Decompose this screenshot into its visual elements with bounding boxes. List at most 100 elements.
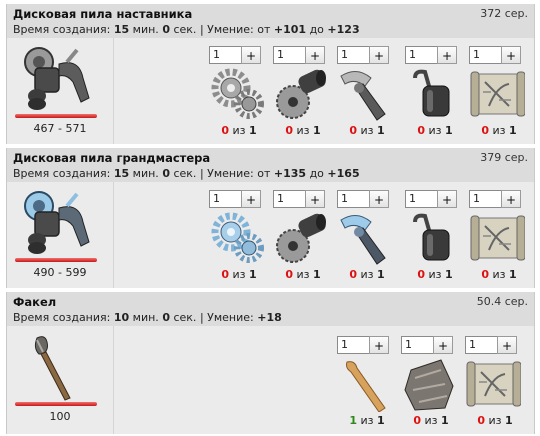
quantity-stepper: 1 + <box>405 46 457 64</box>
ingredient-count: 0 из 1 <box>221 268 257 281</box>
plus-button[interactable]: + <box>241 46 261 64</box>
plus-button[interactable]: + <box>305 46 325 64</box>
ingredient-slot: 1 + 0 из 1 <box>273 190 335 290</box>
ingredient-count: 0 из 1 <box>417 268 453 281</box>
ingredient-slot: 1 + 0 из 1 <box>337 46 399 146</box>
quantity-input[interactable]: 1 <box>273 190 306 208</box>
saw-blade-roller-icon[interactable] <box>273 66 329 122</box>
ingredient-slot: 1 + 0 из 1 <box>405 190 467 290</box>
ingredient-count: 0 из 1 <box>481 124 517 137</box>
quantity-stepper: 1 + <box>405 190 457 208</box>
handle-icon[interactable] <box>337 66 393 122</box>
scroll-icon[interactable] <box>469 210 526 266</box>
quantity-input[interactable]: 1 <box>405 190 438 208</box>
durability-bar <box>15 402 97 406</box>
torch-icon[interactable] <box>15 332 107 404</box>
ingredient-count: 0 из 1 <box>285 124 321 137</box>
recipe-subtitle: Время создания: 15 мин. 0 сек. | Умение:… <box>13 23 360 36</box>
quantity-input[interactable]: 1 <box>469 190 502 208</box>
plus-button[interactable]: + <box>501 46 521 64</box>
durability-range: 490 - 599 <box>33 266 87 279</box>
ingredient-count: 0 из 1 <box>417 124 453 137</box>
divider <box>113 326 114 434</box>
ingredient-count: 0 из 1 <box>349 268 385 281</box>
recipe-price: 379 сер. <box>480 151 528 164</box>
recipe-price: 372 сер. <box>480 7 528 20</box>
quantity-stepper: 1 + <box>469 46 521 64</box>
quantity-input[interactable]: 1 <box>209 46 242 64</box>
quantity-input[interactable]: 1 <box>405 46 438 64</box>
plus-button[interactable]: + <box>497 336 517 354</box>
recipe-subtitle: Время создания: 15 мин. 0 сек. | Умение:… <box>13 167 360 180</box>
plus-button[interactable]: + <box>437 46 457 64</box>
quantity-input[interactable]: 1 <box>337 190 370 208</box>
ingredient-count: 0 из 1 <box>285 268 321 281</box>
cloth-rag-icon[interactable] <box>401 356 457 412</box>
saw-blade-roller-icon[interactable] <box>273 210 329 266</box>
gears-icon[interactable] <box>209 66 265 122</box>
recipe-price: 50.4 сер. <box>476 295 528 308</box>
gears-blue-icon[interactable] <box>209 210 265 266</box>
plus-button[interactable]: + <box>369 190 389 208</box>
plus-button[interactable]: + <box>433 336 453 354</box>
handle-blue-icon[interactable] <box>337 210 393 266</box>
durability-bar <box>15 114 97 118</box>
quantity-input[interactable]: 1 <box>465 336 498 354</box>
quantity-stepper: 1 + <box>273 46 325 64</box>
recipe-subtitle: Время создания: 10 мин. 0 сек. | Умение:… <box>13 311 282 324</box>
recipe-card: Факел 50.4 сер. Время создания: 10 мин. … <box>6 292 535 434</box>
quantity-stepper: 1 + <box>337 336 389 354</box>
plus-button[interactable]: + <box>369 336 389 354</box>
quantity-input[interactable]: 1 <box>401 336 434 354</box>
circular-saw-blue-icon[interactable] <box>15 188 107 260</box>
ingredient-count: 0 из 1 <box>221 124 257 137</box>
plus-button[interactable]: + <box>369 46 389 64</box>
ingredient-count: 0 из 1 <box>349 124 385 137</box>
durability-bar <box>15 258 97 262</box>
quantity-stepper: 1 + <box>273 190 325 208</box>
quantity-stepper: 1 + <box>209 46 261 64</box>
weight-icon[interactable] <box>405 210 461 266</box>
durability-range: 467 - 571 <box>33 122 87 135</box>
durability-range: 100 <box>49 410 71 423</box>
ingredient-slot: 1 + 0 из 1 <box>465 336 527 436</box>
ingredient-slot: 1 + 0 из 1 <box>209 190 271 290</box>
quantity-stepper: 1 + <box>337 190 389 208</box>
quantity-stepper: 1 + <box>465 336 517 354</box>
ingredient-count: 0 из 1 <box>413 414 449 427</box>
quantity-input[interactable]: 1 <box>337 336 370 354</box>
recipe-title: Дисковая пила наставника <box>13 7 193 21</box>
quantity-input[interactable]: 1 <box>273 46 306 64</box>
plus-button[interactable]: + <box>241 190 261 208</box>
ingredient-count: 0 из 1 <box>481 268 517 281</box>
ingredient-count: 0 из 1 <box>477 414 513 427</box>
quantity-input[interactable]: 1 <box>469 46 502 64</box>
weight-icon[interactable] <box>405 66 461 122</box>
quantity-stepper: 1 + <box>401 336 453 354</box>
ingredient-slot: 1 + 0 из 1 <box>273 46 335 146</box>
ingredient-slot: 1 + 0 из 1 <box>337 190 399 290</box>
recipe-card: Дисковая пила наставника 372 сер. Время … <box>6 4 535 144</box>
circular-saw-icon[interactable] <box>15 44 107 116</box>
ingredient-slot: 1 + 1 из 1 <box>337 336 399 436</box>
quantity-stepper: 1 + <box>469 190 521 208</box>
scroll-icon[interactable] <box>465 356 522 412</box>
recipe-title: Факел <box>13 295 57 309</box>
ingredient-slot: 1 + 0 из 1 <box>469 190 531 290</box>
divider <box>113 38 114 144</box>
plus-button[interactable]: + <box>305 190 325 208</box>
quantity-input[interactable]: 1 <box>337 46 370 64</box>
quantity-input[interactable]: 1 <box>209 190 242 208</box>
recipe-title: Дисковая пила грандмастера <box>13 151 211 165</box>
quantity-stepper: 1 + <box>209 190 261 208</box>
quantity-stepper: 1 + <box>337 46 389 64</box>
wooden-stick-icon[interactable] <box>337 356 393 413</box>
ingredient-slot: 1 + 0 из 1 <box>401 336 463 436</box>
ingredient-count: 1 из 1 <box>349 414 385 427</box>
plus-button[interactable]: + <box>501 190 521 208</box>
divider <box>113 182 114 288</box>
recipe-card: Дисковая пила грандмастера 379 сер. Врем… <box>6 148 535 288</box>
scroll-icon[interactable] <box>469 66 526 122</box>
plus-button[interactable]: + <box>437 190 457 208</box>
ingredient-slot: 1 + 0 из 1 <box>405 46 467 146</box>
